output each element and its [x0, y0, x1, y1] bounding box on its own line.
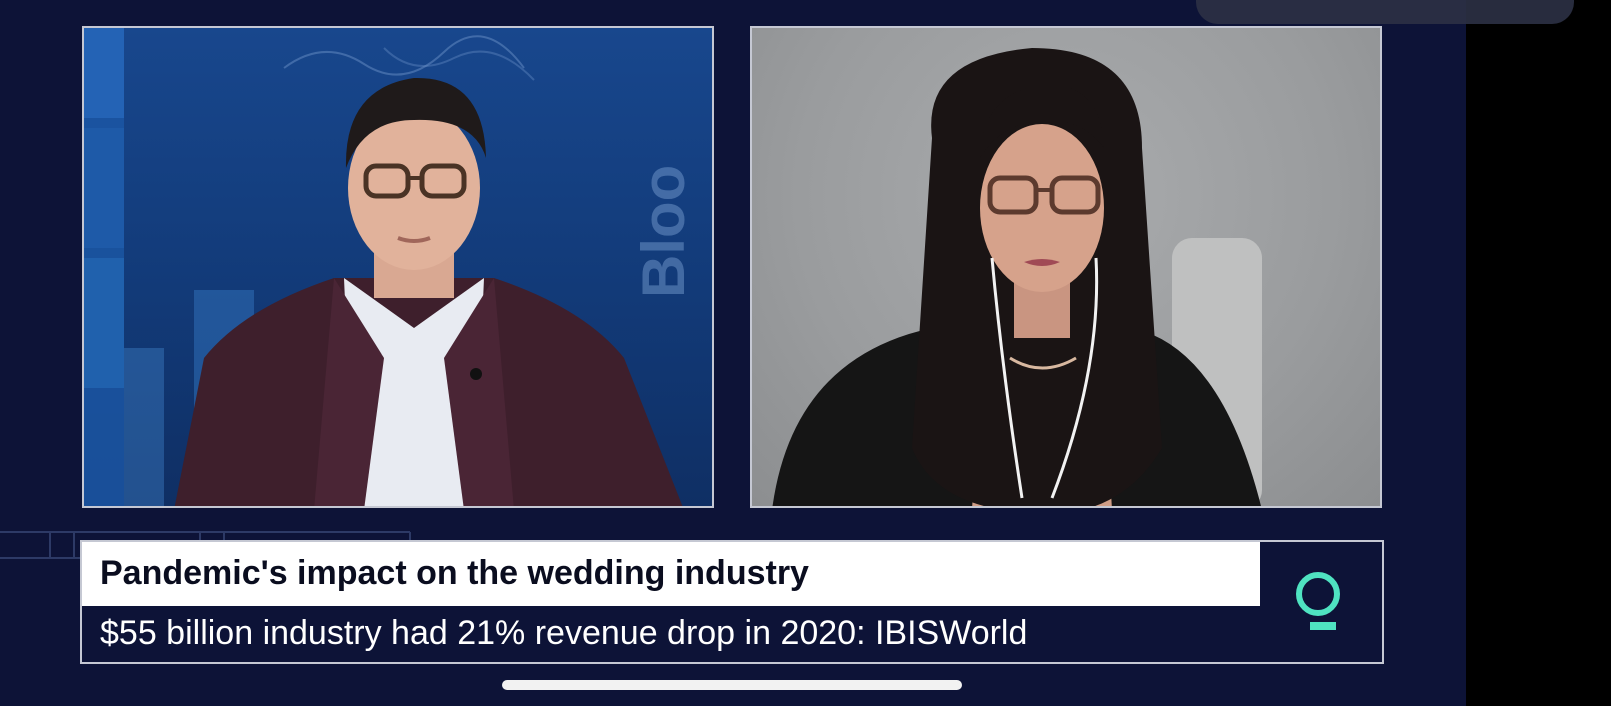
guest-video-image [772, 48, 1262, 506]
anchor-video-image: Bloo [84, 28, 697, 506]
q-logo-icon [1296, 572, 1340, 630]
letterbox-bar [1466, 0, 1611, 706]
headline-bar: Pandemic's impact on the wedding industr… [82, 542, 1260, 606]
guest-video-feed [750, 26, 1382, 508]
svg-text:Bloo: Bloo [630, 165, 697, 298]
anchor-video-feed: Bloo [82, 26, 714, 508]
lower-third-caption: Pandemic's impact on the wedding industr… [80, 540, 1384, 664]
channel-logo [1260, 542, 1382, 662]
home-indicator[interactable] [502, 680, 962, 690]
subhead-text: $55 billion industry had 21% revenue dro… [100, 614, 1028, 652]
headline-text: Pandemic's impact on the wedding industr… [100, 554, 809, 592]
top-overlay-pill[interactable] [1196, 0, 1574, 24]
broadcast-stage: Bloo Pandemic's impact on the wedding in… [0, 0, 1466, 706]
